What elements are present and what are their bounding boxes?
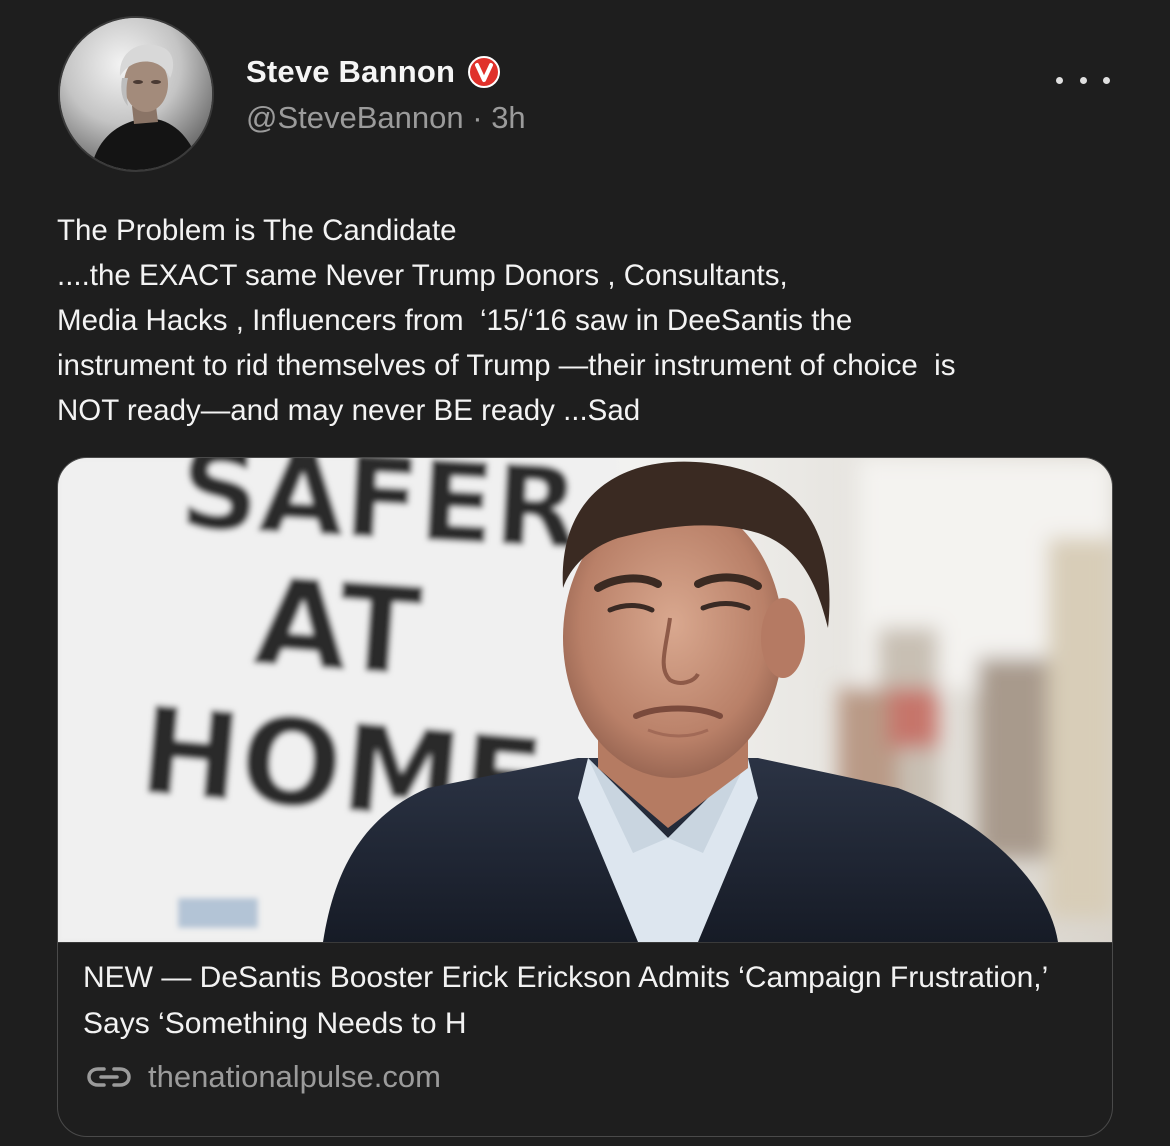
sign-text-2: AT (250, 553, 425, 703)
post-text: The Problem is The Candidate ....the EXA… (57, 214, 956, 427)
link-chain-icon (87, 1067, 131, 1087)
more-dot (1056, 76, 1063, 84)
verified-v-badge-icon (468, 56, 501, 88)
link-preview-footer: NEW — DeSantis Booster Erick Erickson Ad… (58, 942, 1112, 1136)
more-horizontal-icon[interactable] (1056, 60, 1110, 100)
more-dot (1103, 76, 1110, 84)
link-headline[interactable]: NEW — DeSantis Booster Erick Erickson Ad… (83, 955, 1073, 1047)
post: Steve Bannon @SteveBannon · 3h The Probl… (0, 0, 1170, 1146)
author-name[interactable]: Steve Bannon (246, 54, 455, 90)
link-domain: thenationalpulse.com (148, 1059, 441, 1094)
avatar-photo (60, 18, 212, 170)
avatar[interactable] (58, 16, 214, 172)
more-dot (1079, 76, 1087, 84)
link-preview-card[interactable]: SAFER AT HOME NEW — DeSantis Booster Eri… (57, 457, 1113, 1137)
post-time: 3h (491, 100, 526, 135)
author-name-row: Steve Bannon (246, 54, 501, 90)
meta-separator: · (472, 100, 492, 135)
author-handle[interactable]: @SteveBannon (246, 100, 464, 135)
link-domain-row: thenationalpulse.com (86, 1059, 441, 1095)
author-handle-row: @SteveBannon · 3h (246, 100, 526, 136)
link-preview-image: SAFER AT HOME (58, 458, 1112, 942)
